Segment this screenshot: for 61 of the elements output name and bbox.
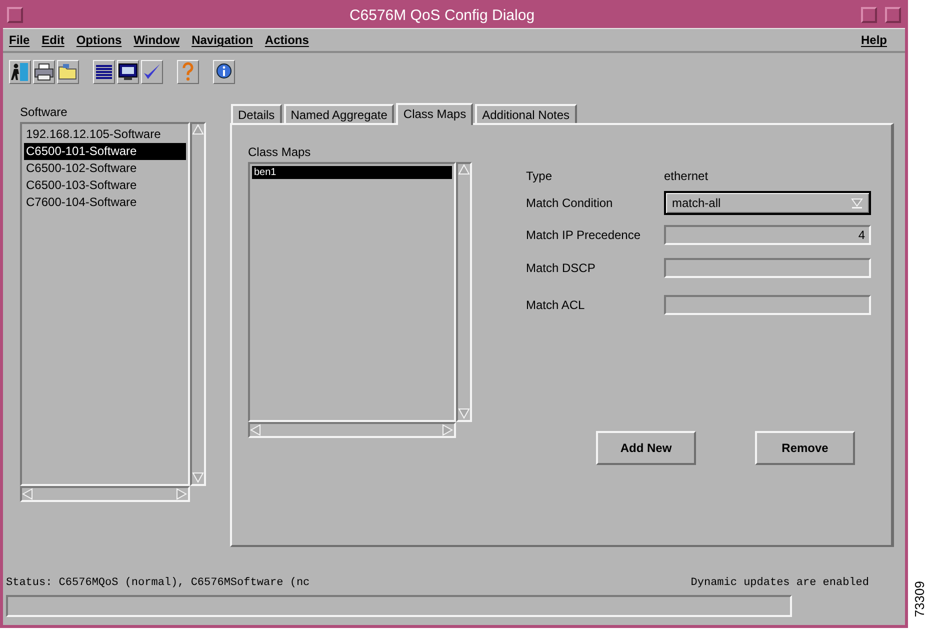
input-field[interactable] xyxy=(664,295,871,315)
checkmark-icon[interactable] xyxy=(141,60,163,84)
horizontal-scrollbar[interactable] xyxy=(248,422,456,438)
class-map-list[interactable]: ben1 xyxy=(248,162,456,422)
minimize-button[interactable] xyxy=(861,7,877,23)
vertical-scrollbar[interactable] xyxy=(190,122,206,486)
menu-item[interactable]: Edit xyxy=(42,33,64,47)
menu-item[interactable]: Window xyxy=(134,33,180,47)
type-value: ethernet xyxy=(664,169,710,183)
menu-item[interactable]: Options xyxy=(76,33,122,47)
add-new-button[interactable]: Add New xyxy=(596,431,696,465)
printer-icon[interactable] xyxy=(33,60,55,84)
input-field[interactable]: 4 xyxy=(664,225,871,245)
window-menu-button[interactable] xyxy=(7,7,23,23)
list-label: Class Maps xyxy=(248,145,312,159)
list-item[interactable]: C6500-101-Software xyxy=(24,143,186,160)
scroll-up-icon[interactable] xyxy=(458,164,470,176)
field-label: Match IP Precedence xyxy=(526,228,642,242)
monitor-icon[interactable] xyxy=(117,60,139,84)
help-icon[interactable] xyxy=(177,60,199,84)
updates-status: Dynamic updates are enabled xyxy=(690,577,869,589)
folder-icon[interactable] xyxy=(57,60,79,84)
tab[interactable]: Details xyxy=(231,104,282,123)
menu-item[interactable]: Actions xyxy=(264,33,309,47)
tab[interactable]: Additional Notes xyxy=(475,104,576,123)
tab[interactable]: Named Aggregate xyxy=(284,104,394,123)
dropdown-arrow-icon xyxy=(851,197,863,209)
field-label: Match Condition xyxy=(526,196,614,210)
list-item[interactable]: C6500-102-Software xyxy=(24,160,186,177)
info-icon[interactable] xyxy=(213,60,235,84)
software-list[interactable]: 192.168.12.105-Software C6500-101-Software C6500-102-Software C6500-103-Software C7600-104-Software xyxy=(20,122,190,486)
exit-icon[interactable] xyxy=(9,60,31,84)
field-label: Match ACL xyxy=(526,298,586,312)
scroll-down-icon[interactable] xyxy=(458,408,470,420)
list-item[interactable]: ben1 xyxy=(252,166,452,179)
tab[interactable]: Class Maps xyxy=(396,103,474,125)
scroll-up-icon[interactable] xyxy=(192,124,204,136)
field-label: Type xyxy=(526,169,554,183)
input-field[interactable] xyxy=(664,258,871,278)
status-text: Status: C6576MQoS (normal), C6576MSoftware (nc xyxy=(6,577,310,589)
list-item[interactable]: C7600-104-Software xyxy=(24,194,186,211)
window-title: C6576M QoS Config Dialog xyxy=(348,6,536,24)
scroll-left-icon[interactable] xyxy=(250,424,262,436)
menu-item[interactable]: Navigation xyxy=(192,33,253,47)
maximize-button[interactable] xyxy=(885,7,901,23)
horizontal-scrollbar[interactable] xyxy=(20,486,190,502)
scroll-left-icon[interactable] xyxy=(22,488,34,500)
menu-item[interactable]: File xyxy=(9,33,30,47)
vertical-scrollbar[interactable] xyxy=(456,162,472,422)
list-label: Software xyxy=(20,105,68,119)
list-item[interactable]: 192.168.12.105-Software xyxy=(24,126,186,143)
list-item[interactable]: C6500-103-Software xyxy=(24,177,186,194)
scroll-right-icon[interactable] xyxy=(176,488,188,500)
scroll-down-icon[interactable] xyxy=(192,472,204,484)
match-condition-dropdown[interactable]: match-all xyxy=(664,191,871,215)
scroll-right-icon[interactable] xyxy=(442,424,454,436)
figure-number: 73309 xyxy=(912,580,926,617)
remove-button[interactable]: Remove xyxy=(755,431,855,465)
menu-item[interactable]: Help xyxy=(860,33,887,47)
list-icon[interactable] xyxy=(93,60,115,84)
field-label: Match DSCP xyxy=(526,261,596,275)
